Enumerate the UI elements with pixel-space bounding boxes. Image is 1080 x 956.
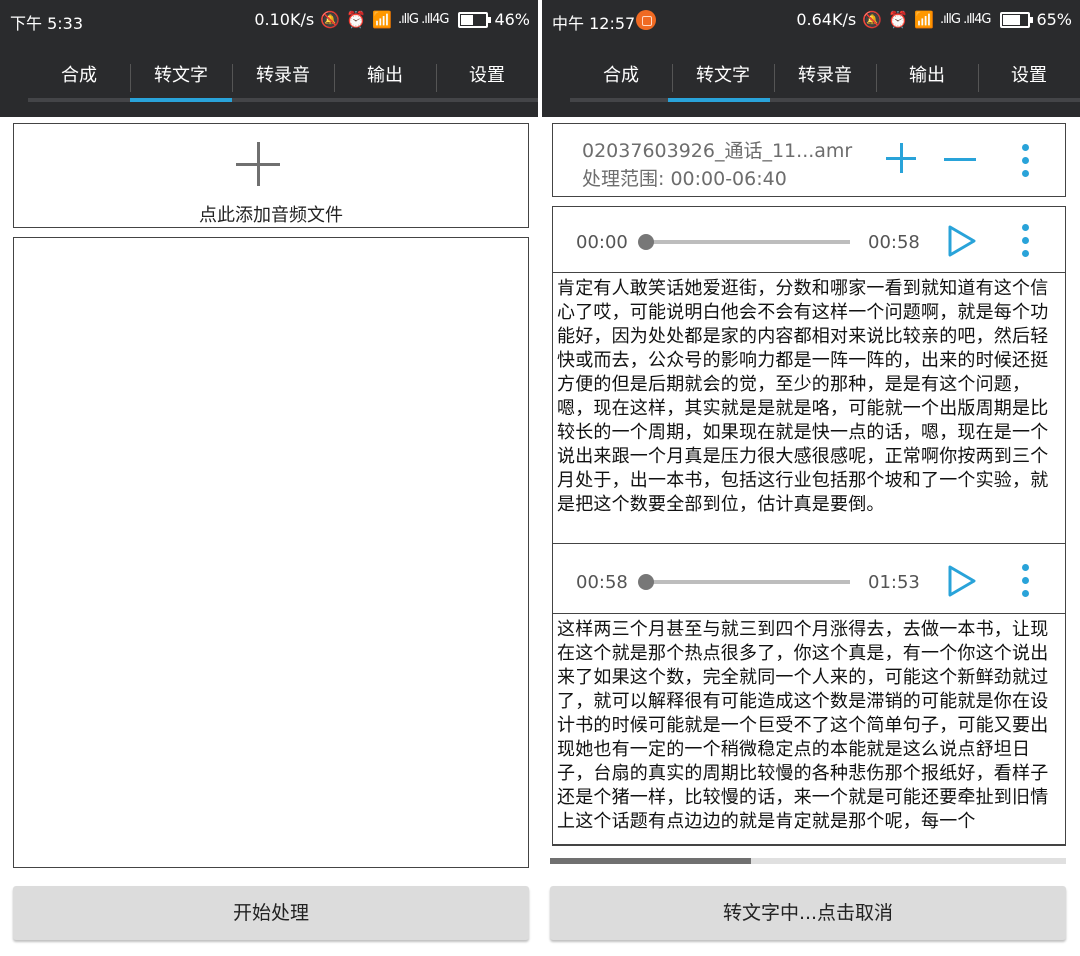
segment-start-time: 00:58 xyxy=(576,572,628,593)
segment-more-icon[interactable] xyxy=(1022,564,1030,603)
segment-seekbar[interactable] xyxy=(648,580,850,584)
result-text-area xyxy=(13,237,529,868)
segment-more-icon[interactable] xyxy=(1022,224,1030,263)
battery-icon xyxy=(1000,11,1034,28)
segment-start-time: 00:00 xyxy=(576,232,628,253)
app-header: 下午 5:33 0.10K/s 🔕 ⏰ 📶 .ıllG .ıll4G 46% 合… xyxy=(0,0,538,117)
tab-to-text[interactable]: 转文字 xyxy=(672,40,774,102)
expand-range-icon[interactable] xyxy=(886,143,916,173)
tab-to-audio[interactable]: 转录音 xyxy=(232,40,334,102)
status-indicators: 0.10K/s 🔕 ⏰ 📶 .ıllG .ıll4G 46% xyxy=(254,10,530,29)
tab-to-text[interactable]: 转文字 xyxy=(130,40,232,102)
segment-text: 这样两三个月甚至与就三到四个月涨得去，去做一本书，让现在这个就是那个热点很多了，… xyxy=(552,613,1066,845)
status-indicators: 0.64K/s 🔕 ⏰ 📶 .ıllG .ıll4G 65% xyxy=(796,10,1072,29)
status-time: 下午 5:33 xyxy=(10,14,84,33)
signal-icon: .ıllG .ıll4G xyxy=(397,12,449,27)
seekbar-thumb[interactable] xyxy=(638,574,654,590)
segment-end-time: 00:58 xyxy=(868,232,920,253)
battery-icon xyxy=(458,11,492,28)
notification-icon xyxy=(636,10,656,30)
segment-end-time: 01:53 xyxy=(868,572,920,593)
tab-bar: 合成 转文字 转录音 输出 设置 xyxy=(570,40,1080,102)
network-speed: 0.64K/s xyxy=(796,10,857,29)
status-bar: 下午 5:33 0.10K/s 🔕 ⏰ 📶 .ıllG .ıll4G 46% xyxy=(0,0,538,40)
left-screen: 下午 5:33 0.10K/s 🔕 ⏰ 📶 .ıllG .ıll4G 46% 合… xyxy=(0,0,538,956)
app-header: 中午 12:57 0.64K/s 🔕 ⏰ 📶 .ıllG .ıll4G 65% … xyxy=(542,0,1080,117)
progress-bar xyxy=(550,858,1066,864)
signal-icon: .ıllG .ıll4G xyxy=(939,12,991,27)
mute-icon: 🔕 xyxy=(862,10,883,29)
file-range: 处理范围: 00:00-06:40 xyxy=(582,168,787,190)
seekbar-thumb[interactable] xyxy=(638,234,654,250)
tab-to-audio[interactable]: 转录音 xyxy=(774,40,876,102)
tab-indicator xyxy=(130,98,232,102)
tab-indicator xyxy=(668,98,770,102)
file-more-icon[interactable] xyxy=(1022,144,1030,183)
plus-icon xyxy=(236,142,280,186)
right-screen: 中午 12:57 0.64K/s 🔕 ⏰ 📶 .ıllG .ıll4G 65% … xyxy=(542,0,1080,956)
add-file-label: 点此添加音频文件 xyxy=(199,205,343,226)
status-time: 中午 12:57 xyxy=(552,14,636,33)
progress-fill xyxy=(550,858,752,864)
tab-settings[interactable]: 设置 xyxy=(436,40,538,102)
tab-settings[interactable]: 设置 xyxy=(978,40,1080,102)
network-speed: 0.10K/s xyxy=(254,10,315,29)
play-icon[interactable] xyxy=(947,564,977,598)
alarm-icon: ⏰ xyxy=(346,10,367,29)
alarm-icon: ⏰ xyxy=(888,10,909,29)
tab-track xyxy=(570,98,1080,102)
tab-synthesize[interactable]: 合成 xyxy=(570,40,672,102)
tab-bar: 合成 转文字 转录音 输出 设置 xyxy=(28,40,538,102)
battery-percent: 65% xyxy=(1036,10,1072,29)
status-bar: 中午 12:57 0.64K/s 🔕 ⏰ 📶 .ıllG .ıll4G 65% xyxy=(542,0,1080,40)
mute-icon: 🔕 xyxy=(320,10,341,29)
segment-text: 肯定有人敢笑话她爱逛街，分数和哪家一看到就知道有这个信心了哎，可能说明白他会不会… xyxy=(552,272,1066,544)
battery-percent: 46% xyxy=(494,10,530,29)
tab-synthesize[interactable]: 合成 xyxy=(28,40,130,102)
shrink-range-icon[interactable] xyxy=(944,158,976,161)
cancel-processing-button[interactable]: 转文字中...点击取消 xyxy=(550,886,1066,940)
start-processing-button[interactable]: 开始处理 xyxy=(13,886,529,940)
wifi-icon: 📶 xyxy=(914,10,934,29)
tab-track xyxy=(28,98,538,102)
file-name: 02037603926_通话_11...amr xyxy=(582,140,853,162)
play-icon[interactable] xyxy=(947,224,977,258)
tab-output[interactable]: 输出 xyxy=(876,40,978,102)
tab-output[interactable]: 输出 xyxy=(334,40,436,102)
segment-seekbar[interactable] xyxy=(648,240,850,244)
wifi-icon: 📶 xyxy=(372,10,392,29)
